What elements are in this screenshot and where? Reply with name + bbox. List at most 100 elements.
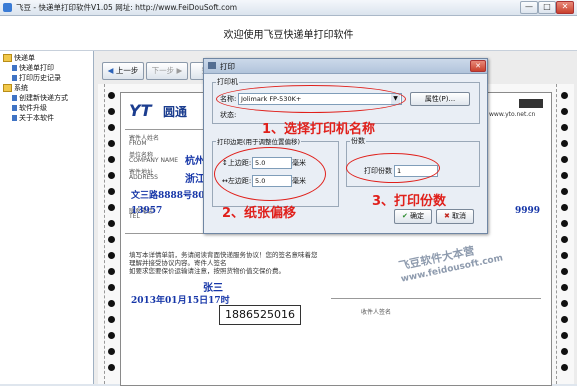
annotation-ellipse-copies <box>346 153 440 183</box>
tractor-hole <box>561 332 568 339</box>
tractor-hole <box>108 348 115 355</box>
printer-status-label: 状态: <box>220 111 237 119</box>
tree-item-label: 创建新快递方式 <box>19 94 68 102</box>
tractor-hole <box>561 156 568 163</box>
tractor-hole <box>108 268 115 275</box>
header-banner: 欢迎使用飞豆快递单打印软件 <box>0 16 577 51</box>
recipient-name: 张三 <box>203 283 223 294</box>
tree-group-label: 系统 <box>14 84 28 92</box>
folder-icon <box>3 54 12 62</box>
dialog-title: 打印 <box>220 62 235 71</box>
yto-logo-text: 圆通 <box>163 105 188 119</box>
prev-label: 上一步 <box>115 66 139 75</box>
prev-button[interactable]: ◀ 上一步 <box>102 62 144 80</box>
tractor-hole <box>108 332 115 339</box>
tractor-hole <box>561 252 568 259</box>
annotation-step2: 2、纸张偏移 <box>222 206 297 221</box>
tractor-hole <box>561 204 568 211</box>
annotation-step3: 3、打印份数 <box>372 194 447 209</box>
tractor-hole <box>108 204 115 211</box>
tree-group-express[interactable]: 快递单 <box>3 54 35 63</box>
tractor-hole <box>108 156 115 163</box>
tractor-hole <box>561 140 568 147</box>
app-icon <box>3 3 12 12</box>
ok-button[interactable]: ✔ 确定 <box>394 209 432 224</box>
tractor-hole <box>108 172 115 179</box>
tractor-hole <box>561 348 568 355</box>
next-button[interactable]: 下一步 ▶ <box>146 62 188 80</box>
maximize-button[interactable]: □ <box>538 1 556 14</box>
annotation-ellipse-printer <box>216 85 406 113</box>
document-icon <box>12 95 17 101</box>
folder-icon <box>3 84 12 92</box>
document-icon <box>12 105 17 111</box>
tree-item-about[interactable]: 关于本软件 <box>12 114 54 123</box>
sender-phone: 13957 <box>131 206 163 216</box>
tractor-hole <box>561 108 568 115</box>
printer-icon <box>208 62 216 69</box>
tractor-hole <box>108 284 115 291</box>
next-label: 下一步 <box>151 66 175 75</box>
document-icon <box>12 115 17 121</box>
margin-group-label: 打印边距(用于调整位置偏移) <box>216 136 302 146</box>
tree-item-label: 快递单打印 <box>19 64 54 72</box>
tractor-hole <box>561 316 568 323</box>
properties-button[interactable]: 属性(P)... <box>410 92 470 106</box>
barcode-number: 1886525016 <box>219 305 301 325</box>
printer-group-label: 打印机 <box>216 77 239 87</box>
rule <box>125 129 203 130</box>
tree-group-system[interactable]: 系统 <box>3 84 28 93</box>
dialog-titlebar: 打印 ✕ <box>204 59 487 74</box>
tractor-hole <box>108 300 115 307</box>
yto-logo: YT <box>129 101 152 120</box>
tractor-hole <box>108 220 115 227</box>
annotation-ellipse-margin <box>214 147 326 201</box>
minimize-button[interactable]: — <box>520 1 538 14</box>
tractor-hole <box>561 172 568 179</box>
tree-item-history[interactable]: 打印历史记录 <box>12 74 61 83</box>
tractor-hole <box>561 300 568 307</box>
cancel-label: 取消 <box>452 212 467 220</box>
tractor-hole <box>108 316 115 323</box>
tractor-hole <box>561 92 568 99</box>
tractor-hole <box>108 252 115 259</box>
arrow-left-icon: ◀ <box>107 66 114 75</box>
document-icon <box>12 65 17 71</box>
label-address-en: ADDRESS <box>129 174 158 181</box>
phone-tail: 9999 <box>515 206 541 216</box>
tractor-hole <box>108 236 115 243</box>
tree-item-print[interactable]: 快递单打印 <box>12 64 54 73</box>
close-button[interactable]: ✕ <box>556 1 574 14</box>
dialog-close-button[interactable]: ✕ <box>470 60 486 72</box>
tractor-hole <box>561 188 568 195</box>
tractor-hole <box>108 140 115 147</box>
annotation-step1: 1、选择打印机名称 <box>262 122 376 137</box>
label-from: FROM <box>129 140 147 147</box>
tractor-hole <box>561 124 568 131</box>
page-title: 欢迎使用飞豆快递单打印软件 <box>223 30 354 41</box>
sidebar-tree: 快递单 快递单打印 打印历史记录 系统 创建新快递方式 软件升级 关于本软件 <box>0 51 94 384</box>
tractor-hole <box>108 108 115 115</box>
ship-date: 2013年01月15日17时 <box>131 296 230 306</box>
tree-item-label: 关于本软件 <box>19 114 54 122</box>
tractor-hole <box>561 236 568 243</box>
ok-label: 确定 <box>410 212 425 220</box>
tractor-hole <box>561 220 568 227</box>
tree-item-upgrade[interactable]: 软件升级 <box>12 104 47 113</box>
tree-item-label: 打印历史记录 <box>19 74 61 82</box>
paper-perforation-right <box>556 84 558 384</box>
tractor-hole <box>108 364 115 371</box>
cancel-button[interactable]: ✖ 取消 <box>436 209 474 224</box>
tractor-hole <box>561 268 568 275</box>
tractor-hole <box>108 92 115 99</box>
tree-item-create[interactable]: 创建新快递方式 <box>12 94 68 103</box>
tractor-hole <box>108 124 115 131</box>
tractor-hole <box>561 364 568 371</box>
corner-mark <box>519 99 543 108</box>
notice-text: 填写本详情单前，务请阅读背面快递服务协议！您的签名意味着您理解并接受协议内容。寄… <box>129 251 318 267</box>
window-title: 飞豆 - 快递单打印软件V1.05 网址: http://www.FeiDouS… <box>16 3 238 12</box>
sender-address: 文三路8888号801 <box>131 191 211 201</box>
document-icon <box>12 75 17 81</box>
arrow-right-icon: ▶ <box>176 66 183 75</box>
label-receiver-sign: 收件人签名 <box>361 309 392 316</box>
